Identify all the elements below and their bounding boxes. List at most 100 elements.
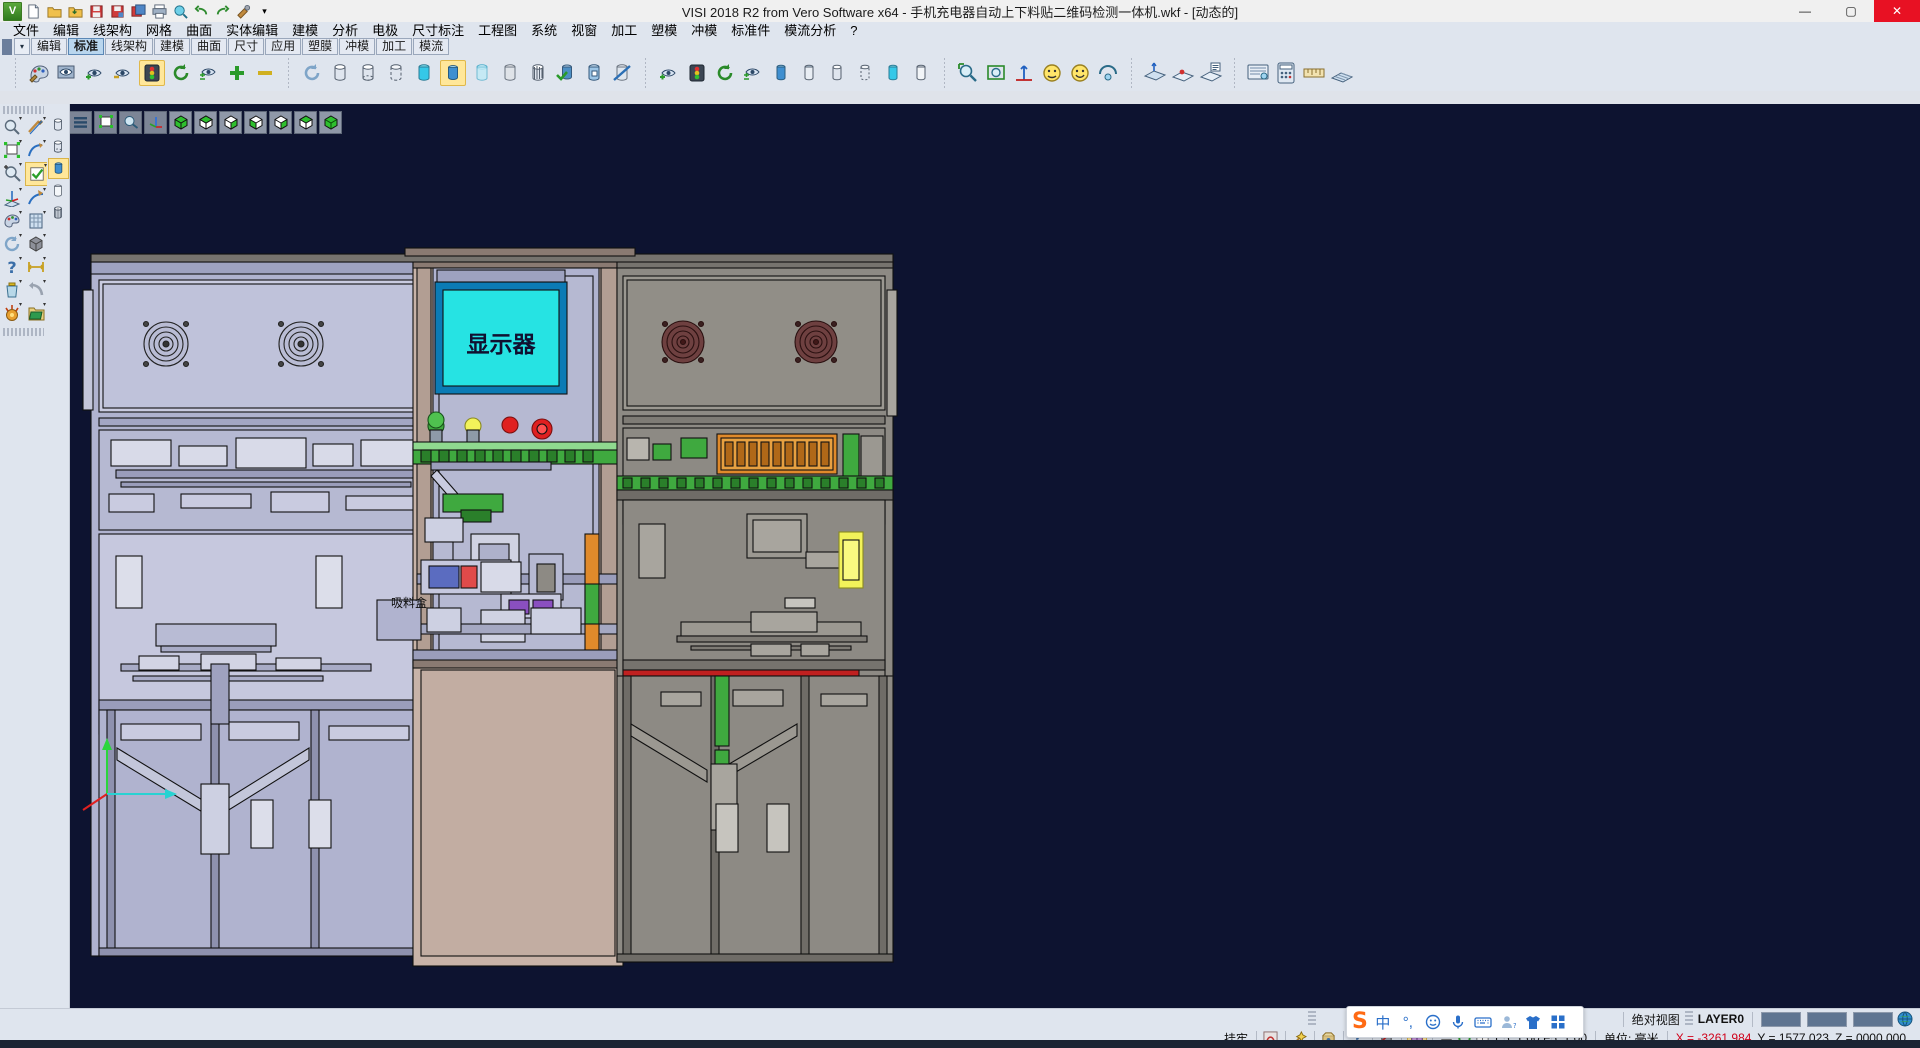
ime-user-icon[interactable]: ?	[1498, 1014, 1518, 1030]
redraw-icon[interactable]	[300, 61, 324, 85]
workplane-sheet-icon[interactable]: ▾	[25, 210, 47, 232]
settings-icon[interactable]	[234, 2, 253, 20]
iso-view-icon[interactable]	[169, 111, 192, 134]
import-icon[interactable]	[66, 2, 85, 20]
add-visible-icon[interactable]	[225, 61, 249, 85]
ime-logo-icon[interactable]: S	[1352, 1011, 1368, 1033]
refresh-adv-icon[interactable]	[713, 61, 737, 85]
bottom-view-icon[interactable]	[319, 111, 342, 134]
cyl-b-icon[interactable]	[797, 61, 821, 85]
color-palette-icon[interactable]	[27, 61, 51, 85]
maximize-button[interactable]: ▢	[1828, 0, 1874, 22]
menu-item-system[interactable]: 系统	[524, 22, 564, 39]
globe-icon[interactable]	[1896, 1010, 1914, 1028]
back-view-icon[interactable]	[269, 111, 292, 134]
zoom-window-icon[interactable]	[956, 61, 980, 85]
menu-item-dimension[interactable]: 尺寸标注	[405, 22, 471, 39]
menu-item-solid-edit[interactable]: 实体编辑	[219, 22, 285, 39]
menu-item-flow-analysis[interactable]: 模流分析	[777, 22, 843, 39]
top-view-icon[interactable]	[194, 111, 217, 134]
tab-wireframe[interactable]: 线架构	[105, 38, 153, 55]
hide-entity-icon[interactable]	[111, 61, 135, 85]
traffic-light-icon[interactable]	[139, 60, 165, 86]
tab-mould[interactable]: 塑膜	[302, 38, 338, 55]
quick-access-toolbar[interactable]: V ▾	[0, 0, 274, 22]
menu-item-file[interactable]: 文件	[6, 22, 46, 39]
shaded-cyan-icon[interactable]	[412, 61, 436, 85]
color-chip-1[interactable]	[1761, 1012, 1801, 1027]
ime-toolbar[interactable]: S 中 °, ?	[1346, 1006, 1584, 1038]
shaded-blue-icon[interactable]	[440, 60, 466, 86]
solid-cube-icon[interactable]: ▾	[25, 233, 47, 255]
minimize-button[interactable]: —	[1782, 0, 1828, 22]
model-viewport[interactable]: 显示器 吸料盒	[61, 104, 1920, 1008]
tab-modeling[interactable]: 建模	[154, 38, 190, 55]
zoom-dynamic-icon[interactable]: ▾	[1, 116, 23, 138]
check-ok-icon[interactable]: ▾	[25, 162, 49, 186]
undo-arrow-icon[interactable]: ▾	[25, 279, 47, 301]
color-chip-2[interactable]	[1807, 1012, 1847, 1027]
menu-bar[interactable]: 文件 编辑 线架构 网格 曲面 实体编辑 建模 分析 电极 尺寸标注 工程图 系…	[0, 22, 1920, 39]
grid-icon[interactable]	[1330, 61, 1354, 85]
shaded-grey-icon[interactable]	[498, 61, 522, 85]
left-view-icon[interactable]	[294, 111, 317, 134]
close-button[interactable]: ✕	[1874, 0, 1920, 22]
cyl-a-icon[interactable]	[769, 61, 793, 85]
workplane-icon[interactable]	[1143, 61, 1167, 85]
ucs-axis-icon[interactable]	[144, 111, 167, 134]
cyl-view-1-icon[interactable]	[48, 114, 69, 135]
save-icon[interactable]	[87, 2, 106, 20]
cyl-view-3-icon[interactable]	[48, 158, 69, 179]
menu-item-progress[interactable]: 冲模	[684, 22, 724, 39]
ime-apps-icon[interactable]	[1548, 1014, 1568, 1030]
zoom-window-icon[interactable]	[119, 111, 142, 134]
menu-item-standard-parts[interactable]: 标准件	[724, 22, 777, 39]
layer-indicator[interactable]: LAYER0	[1695, 1012, 1747, 1026]
cyl-f-icon[interactable]	[909, 61, 933, 85]
left-toolbar-secondary[interactable]	[47, 104, 70, 1026]
open-file-icon[interactable]: ▾	[25, 302, 47, 324]
units-icon[interactable]	[1302, 61, 1326, 85]
shaded-transparent-icon[interactable]	[470, 61, 494, 85]
front-view-icon[interactable]	[219, 111, 242, 134]
menu-item-drafting[interactable]: 工程图	[471, 22, 524, 39]
tab-flow[interactable]: 模流	[413, 38, 449, 55]
zoom-extents-icon[interactable]	[94, 111, 117, 134]
menu-item-mould[interactable]: 塑模	[644, 22, 684, 39]
color-layers-icon[interactable]: ▾	[1, 210, 23, 232]
section-icon[interactable]	[526, 61, 550, 85]
ribbon-tab-strip[interactable]: ▾ 编辑 标准 线架构 建模 曲面 尺寸 应用 塑膜 冲模 加工 模流	[0, 39, 1920, 55]
ime-voice-icon[interactable]	[1448, 1014, 1468, 1030]
menu-item-modeling[interactable]: 建模	[285, 22, 325, 39]
render-wheel-icon[interactable]: ▾	[1, 302, 23, 324]
menu-item-edit[interactable]: 编辑	[46, 22, 86, 39]
view-toolbar[interactable]	[69, 111, 342, 133]
menu-item-window[interactable]: 视窗	[564, 22, 604, 39]
ime-emoji-icon[interactable]	[1423, 1014, 1443, 1030]
menu-item-analysis[interactable]: 分析	[325, 22, 365, 39]
dimension-icon[interactable]: ▾	[25, 256, 47, 278]
tab-application[interactable]: 应用	[265, 38, 301, 55]
print-icon[interactable]	[150, 2, 169, 20]
fit-window-icon[interactable]: ▾	[1, 139, 23, 161]
draw-line-icon[interactable]: ▾	[25, 116, 47, 138]
help-icon[interactable]: ?▾	[1, 256, 23, 278]
workplane-list-icon[interactable]	[1199, 61, 1223, 85]
menu-item-electrode[interactable]: 电极	[365, 22, 405, 39]
remove-visible-icon[interactable]	[253, 61, 277, 85]
wireframe-icon[interactable]	[328, 61, 352, 85]
refresh-view-icon[interactable]	[169, 61, 193, 85]
open-folder-icon[interactable]	[45, 2, 64, 20]
rotate-view-icon[interactable]: ▾	[1, 233, 23, 255]
list-view-icon[interactable]	[69, 111, 92, 134]
undo-icon[interactable]	[192, 2, 211, 20]
toggle-adv-icon[interactable]	[741, 61, 765, 85]
cyl-e-icon[interactable]	[881, 61, 905, 85]
zoom-all-icon[interactable]	[984, 61, 1008, 85]
menu-item-machining[interactable]: 加工	[604, 22, 644, 39]
save-as-icon[interactable]	[108, 2, 127, 20]
cyl-c-icon[interactable]	[825, 61, 849, 85]
edit-entity-icon[interactable]: ▾	[25, 187, 47, 209]
cyl-view-2-icon[interactable]	[48, 136, 69, 157]
cyl-view-4-icon[interactable]	[48, 180, 69, 201]
